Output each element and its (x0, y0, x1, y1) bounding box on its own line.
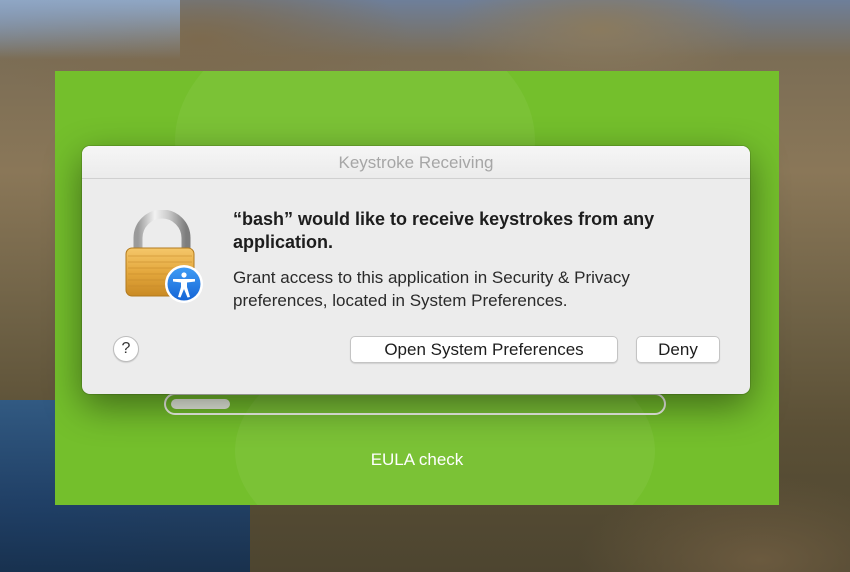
dialog-titlebar: Keystroke Receiving (82, 146, 750, 179)
deny-button[interactable]: Deny (636, 336, 720, 363)
help-button[interactable]: ? (113, 336, 139, 362)
dialog-title: Keystroke Receiving (338, 153, 494, 172)
keystroke-permission-dialog: Keystroke Receiving “bash” would like to… (82, 146, 750, 394)
dialog-message: Grant access to this application in Secu… (233, 268, 630, 310)
sky (0, 0, 180, 60)
dialog-headline: “bash” would like to receive keystrokes … (233, 209, 655, 252)
status-label: EULA check (370, 450, 464, 469)
progress-fill (171, 399, 230, 409)
progress-bar (164, 393, 666, 415)
open-system-preferences-button[interactable]: Open System Preferences (350, 336, 618, 363)
lock-accessibility-icon (122, 209, 206, 306)
